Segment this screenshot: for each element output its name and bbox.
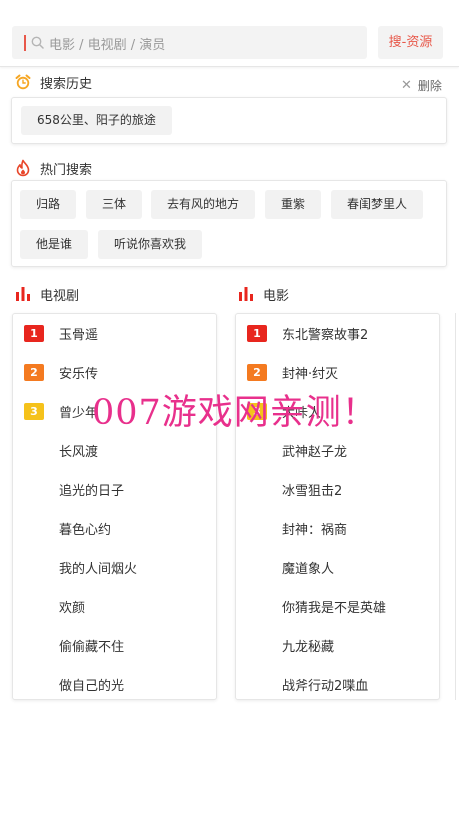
list-item[interactable]: 暮色心约 [13,509,216,548]
tv-ranking-list: 1 玉骨遥 2 安乐传 3 曾少年 长风渡 追光的日子 暮色心约 我的人间烟火 … [12,313,217,700]
close-icon: ✕ [401,77,412,93]
list-item[interactable]: 武神赵子龙 [236,431,439,470]
tv-ranking-header: 电视剧 [14,284,79,304]
list-item[interactable]: 1 玉骨遥 [13,314,216,353]
search-resource-button[interactable]: 搜-资源 [378,26,443,59]
list-item[interactable]: 我的人间烟火 [13,548,216,587]
hot-tag[interactable]: 重紫 [265,190,322,219]
list-item[interactable]: 九龙秘藏 [236,626,439,665]
rank-title: 战斧行动2喋血 [282,679,369,694]
rank-title: 东北警察故事2 [282,328,369,343]
rank-title: 暮色心约 [59,523,112,538]
rank-title: 武神赵子龙 [282,445,348,460]
list-item[interactable]: 做自己的光 [13,665,216,704]
list-item[interactable]: 偷偷藏不住 [13,626,216,665]
rank-badge: 2 [24,364,44,381]
history-item[interactable]: 658公里、阳子的旅途 [21,106,172,135]
rank-badge: 2 [247,364,267,381]
rank-title: 长风渡 [59,445,99,460]
rank-title: 欢颜 [59,601,86,616]
top-search-bar: 电影 / 电视剧 / 演员 搜-资源 [0,0,459,67]
rank-title: 追光的日子 [59,484,125,499]
hot-tag[interactable]: 春闺梦里人 [331,190,424,219]
hot-tag[interactable]: 去有风的地方 [151,190,256,219]
hot-tag[interactable]: 他是谁 [20,230,89,259]
bar-chart-icon [239,287,253,301]
rank-title: 安乐传 [59,367,99,382]
hot-title: 热门搜索 [40,162,93,178]
list-item[interactable]: 欢颜 [13,587,216,626]
list-item[interactable]: 魔道象人 [236,548,439,587]
delete-history-button[interactable]: ✕ 删除 [401,75,442,95]
rank-title: 封神·纣灭 [282,367,339,382]
hot-tag[interactable]: 归路 [20,190,77,219]
list-item[interactable]: 追光的日子 [13,470,216,509]
hot-tag[interactable]: 听说你喜欢我 [98,230,203,259]
bar-chart-icon [16,287,30,301]
rank-badge: 3 [24,403,44,420]
list-item[interactable]: 封神：祸商 [236,509,439,548]
alarm-clock-icon [15,74,31,90]
rank-title: 偷偷藏不住 [59,640,125,655]
list-item[interactable]: 战斧行动2喋血 [236,665,439,704]
rank-title: 玉骨遥 [59,328,99,343]
search-icon [31,36,44,49]
rank-title: 冰雪狙击2 [282,484,343,499]
flame-icon [16,159,30,177]
next-card-edge [455,313,459,700]
list-item[interactable]: 1 东北警察故事2 [236,314,439,353]
delete-label: 删除 [417,78,442,93]
movie-ranking-title: 电影 [263,288,290,304]
hot-header: 热门搜索 [14,158,92,178]
rank-title: 你猜我是不是英雄 [282,601,387,616]
list-item[interactable]: 你猜我是不是英雄 [236,587,439,626]
rank-badge: 1 [24,325,44,342]
history-card: 658公里、阳子的旅途 [11,97,447,144]
movie-ranking-header: 电影 [237,284,289,304]
hot-tag[interactable]: 三体 [86,190,143,219]
watermark-text: 007游戏网亲测！ [92,393,378,433]
hot-search-card: 归路 三体 去有风的地方 重紫 春闺梦里人 他是谁 听说你喜欢我 [11,180,447,267]
rank-title: 魔道象人 [282,562,335,577]
history-title: 搜索历史 [40,76,93,92]
list-item[interactable]: 长风渡 [13,431,216,470]
history-header: 搜索历史 [14,72,92,92]
movie-ranking-list: 1 东北警察故事2 2 封神·纣灭 3 大咔人 武神赵子龙 冰雪狙击2 封神：祸… [235,313,440,700]
rank-title: 封神：祸商 [282,523,348,538]
rank-title: 我的人间烟火 [59,562,138,577]
search-placeholder: 电影 / 电视剧 / 演员 [49,38,166,53]
list-item[interactable]: 冰雪狙击2 [236,470,439,509]
rank-badge: 1 [247,325,267,342]
rank-title: 做自己的光 [59,679,125,694]
rank-title: 九龙秘藏 [282,640,335,655]
tv-ranking-title: 电视剧 [40,288,80,304]
search-input[interactable]: 电影 / 电视剧 / 演员 [12,26,367,59]
text-cursor [24,35,26,51]
